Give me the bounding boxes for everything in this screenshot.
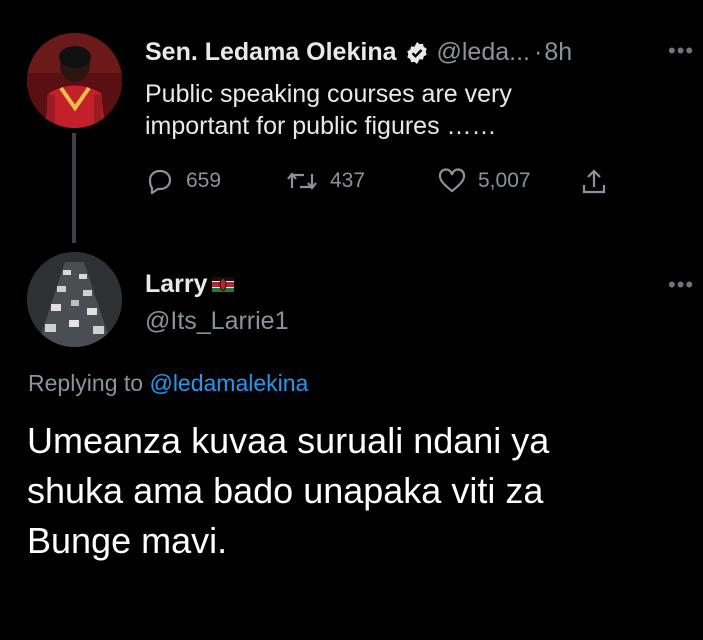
avatar-image — [27, 252, 122, 347]
tweet-text-line: important for public figures …… — [145, 112, 497, 140]
separator-dot: · — [533, 38, 543, 66]
reply-more-icon[interactable]: ••• — [668, 272, 694, 298]
timestamp[interactable]: 8h — [544, 38, 572, 67]
avatar-image — [27, 33, 122, 128]
reply-text-line: Umeanza kuvaa suruali ndani ya — [27, 420, 550, 461]
retweet-icon — [287, 172, 317, 190]
verified-badge-icon — [405, 41, 429, 65]
tweet-header: Sen. Ledama Olekina @leda... · 8h — [145, 38, 572, 67]
tweet-text: Public speaking courses are very importa… — [145, 78, 665, 142]
reply-text-line: Bunge mavi. — [27, 520, 228, 561]
tweet-text-line: Public speaking courses are very — [145, 80, 512, 108]
reply-author-handle[interactable]: @Its_Larrie1 — [145, 307, 289, 336]
reply-text-line: shuka ama bado unapaka viti za — [27, 470, 544, 511]
replying-handle-link[interactable]: @ledamalekina — [149, 370, 308, 396]
share-button[interactable] — [580, 168, 608, 196]
author-name[interactable]: Sen. Ledama Olekina — [145, 38, 397, 67]
reply-header: Larry — [145, 270, 234, 299]
avatar-larry[interactable] — [27, 252, 122, 347]
reply-count: 659 — [186, 169, 222, 192]
thread-connector-line — [72, 133, 76, 243]
like-count: 5,007 — [478, 169, 531, 192]
more-icon[interactable]: ••• — [668, 38, 694, 64]
kenya-flag-icon — [211, 277, 234, 292]
avatar-ledama[interactable] — [27, 33, 122, 128]
author-handle[interactable]: @leda... — [437, 38, 530, 67]
retweet-count: 437 — [330, 169, 366, 192]
reply-button[interactable]: 659 — [146, 168, 221, 194]
heart-icon — [438, 168, 466, 193]
reply-author-name[interactable]: Larry — [145, 270, 208, 299]
replying-to: Replying to @ledamalekina — [28, 370, 308, 397]
share-icon — [582, 169, 606, 194]
retweet-button[interactable]: 437 — [286, 168, 365, 194]
reply-text: Umeanza kuvaa suruali ndani ya shuka ama… — [27, 416, 677, 566]
replying-prefix: Replying to — [28, 370, 144, 396]
like-button[interactable]: 5,007 — [438, 168, 531, 194]
reply-icon — [148, 169, 172, 194]
